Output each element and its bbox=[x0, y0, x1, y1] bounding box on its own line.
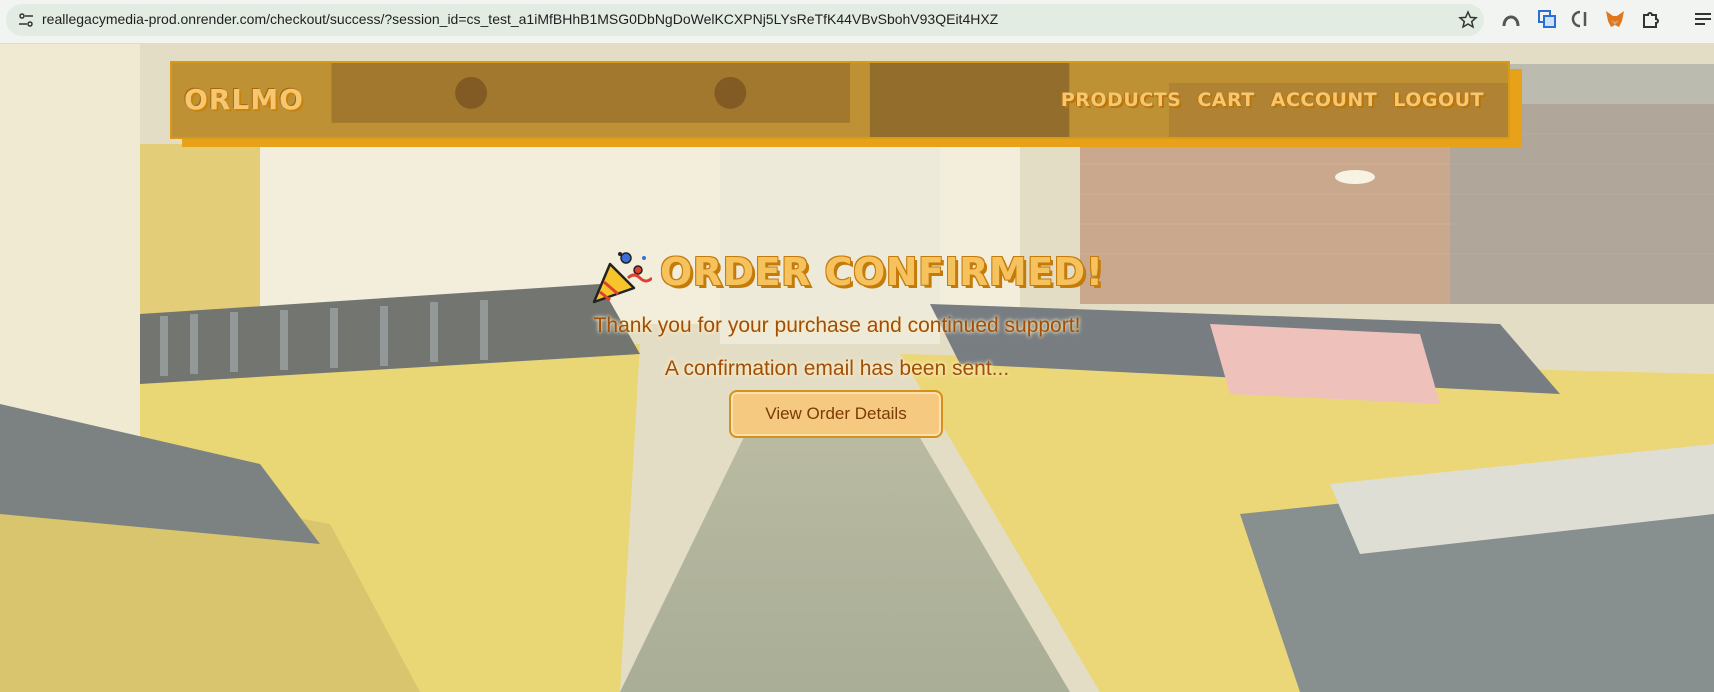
order-confirmed-heading: ORDER CONFIRMED! bbox=[590, 244, 1110, 308]
nav-account-link[interactable]: ACCOUNT bbox=[1271, 89, 1378, 111]
confirmation-email-note: A confirmation email has been sent... bbox=[664, 357, 1010, 380]
nav-cart-link[interactable]: CART bbox=[1197, 89, 1254, 111]
thank-you-message: Thank you for your purchase and continue… bbox=[593, 314, 1081, 337]
site-header: ORLMO PRODUCTS CART ACCOUNT LOGOUT bbox=[170, 61, 1510, 139]
reading-list-icon[interactable] bbox=[1692, 8, 1714, 30]
metamask-fox-icon[interactable] bbox=[1604, 8, 1626, 30]
page-title: ORDER CONFIRMED! bbox=[660, 250, 1104, 294]
extension-copy-icon[interactable] bbox=[1536, 8, 1558, 30]
party-popper-icon bbox=[592, 252, 652, 304]
extension-ci-icon[interactable] bbox=[1570, 8, 1592, 30]
site-info-icon[interactable] bbox=[18, 13, 34, 27]
address-bar[interactable]: reallegacymedia-prod.onrender.com/checko… bbox=[6, 4, 1484, 36]
view-order-details-button[interactable]: View Order Details bbox=[729, 390, 943, 438]
nav-products-link[interactable]: PRODUCTS bbox=[1061, 89, 1182, 111]
profile-arc-icon[interactable] bbox=[1500, 8, 1522, 30]
bookmark-star-icon[interactable] bbox=[1458, 10, 1478, 30]
browser-toolbar: reallegacymedia-prod.onrender.com/checko… bbox=[0, 0, 1714, 44]
page-viewport: ORLMO PRODUCTS CART ACCOUNT LOGOUT ORDER… bbox=[0, 44, 1714, 692]
site-logo[interactable]: ORLMO bbox=[184, 83, 304, 116]
nav-logout-link[interactable]: LOGOUT bbox=[1393, 89, 1484, 111]
extensions-puzzle-icon[interactable] bbox=[1640, 8, 1662, 30]
url-text[interactable]: reallegacymedia-prod.onrender.com/checko… bbox=[42, 11, 998, 27]
main-nav: PRODUCTS CART ACCOUNT LOGOUT bbox=[1061, 89, 1484, 111]
